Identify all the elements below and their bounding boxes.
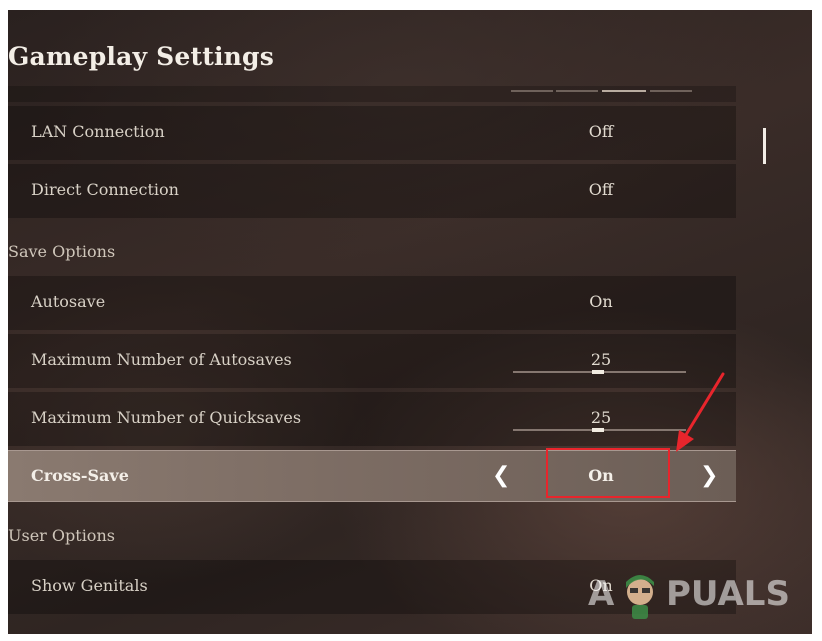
setting-label: Maximum Number of Autosaves: [31, 350, 292, 369]
annotation-arrow-icon: [676, 372, 725, 452]
setting-value: 25: [590, 408, 612, 427]
autosaves-slider[interactable]: [513, 370, 686, 374]
option-segment-active: [602, 90, 646, 92]
section-header-user-options: User Options: [8, 526, 115, 545]
section-header-save-options: Save Options: [8, 242, 116, 261]
setting-value[interactable]: Off: [548, 106, 654, 158]
appuals-watermark: A PUALS: [588, 570, 798, 620]
setting-row-max-quicksaves[interactable]: Maximum Number of Quicksaves 25: [8, 392, 736, 446]
option-segment: [650, 90, 692, 92]
setting-value[interactable]: On: [548, 276, 654, 328]
slider-thumb[interactable]: [591, 428, 604, 432]
setting-label: Maximum Number of Quicksaves: [31, 408, 302, 427]
scrollbar-thumb[interactable]: [763, 128, 766, 164]
setting-value: 25: [590, 350, 612, 369]
mascot-logo-icon: [626, 575, 654, 619]
game-settings-screen: Gameplay Settings LAN Connection Off Dir…: [8, 10, 812, 634]
setting-label: Direct Connection: [31, 180, 179, 199]
setting-label: Autosave: [31, 292, 106, 311]
setting-label: LAN Connection: [31, 122, 165, 141]
setting-label: Show Genitals: [31, 576, 148, 595]
setting-row-max-autosaves[interactable]: Maximum Number of Autosaves 25: [8, 334, 736, 388]
option-segment: [511, 90, 553, 92]
option-segment: [556, 90, 598, 92]
highlight-box: [546, 448, 670, 498]
setting-row-lan-connection[interactable]: LAN Connection Off: [8, 106, 736, 160]
setting-row-direct-connection[interactable]: Direct Connection Off: [8, 164, 736, 218]
slider-thumb[interactable]: [591, 370, 604, 374]
watermark-text: PUALS: [666, 574, 790, 614]
quicksaves-slider[interactable]: [513, 428, 686, 432]
partial-row: [8, 86, 736, 102]
setting-row-autosave[interactable]: Autosave On: [8, 276, 736, 330]
chevron-left-icon[interactable]: ❮: [492, 451, 510, 501]
setting-label: Cross-Save: [31, 466, 129, 485]
watermark-letter: A: [588, 574, 615, 614]
setting-value[interactable]: Off: [548, 164, 654, 216]
page-title: Gameplay Settings: [8, 42, 274, 71]
